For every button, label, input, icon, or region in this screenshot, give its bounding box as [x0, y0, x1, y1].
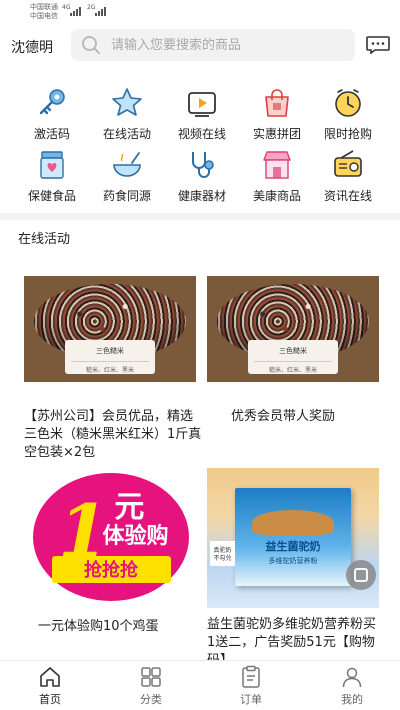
tab-home[interactable]: 首页	[20, 665, 80, 707]
product-title[interactable]: 一元体验购10个鸡蛋	[26, 618, 196, 636]
category-news-online[interactable]: 资讯在线	[308, 148, 388, 204]
bottom-tab-bar: 首页 分类 订单 我的	[0, 660, 400, 710]
user-icon	[342, 667, 362, 688]
category-label: 限时抢购	[323, 127, 372, 141]
carrier-2: 中国电信	[30, 12, 58, 20]
product-card[interactable]: 益生菌驼奶 多维驼奶营养粉 真驼奶 不勾兑 益生菌驼奶多维驼奶营养粉买1送二，广…	[207, 468, 379, 670]
search-icon	[82, 36, 100, 54]
tab-profile[interactable]: 我的	[322, 665, 382, 707]
home-icon	[40, 667, 60, 687]
bowl-icon	[113, 152, 141, 177]
tab-label: 订单	[240, 693, 262, 706]
rice-image: 三色糙米 糙米、红米、黑米	[207, 276, 379, 382]
category-label: 视频在线	[177, 127, 226, 141]
section-divider	[0, 213, 400, 220]
search-box[interactable]	[71, 29, 355, 61]
key-icon	[39, 89, 65, 115]
tab-label: 分类	[140, 693, 162, 706]
message-icon[interactable]	[366, 36, 390, 54]
user-name[interactable]: 沈德明	[11, 37, 53, 57]
rice-image: 三色糙米 糙米、红米、黑米	[24, 276, 196, 382]
stethoscope-icon	[192, 152, 214, 178]
signal-1-icon	[70, 6, 81, 16]
tab-label: 我的	[341, 693, 363, 706]
product-card[interactable]: 1 元 体验购 抢抢抢 一元体验购10个鸡蛋	[26, 470, 196, 636]
product-title[interactable]: 优秀会员带人奖励	[207, 408, 379, 426]
product-card[interactable]: 三色糙米 糙米、红米、黑米 【苏州公司】会员优品，精选三色米（糙米黑米红米）1斤…	[24, 276, 201, 462]
category-group-buy[interactable]: 实惠拼团	[237, 86, 317, 142]
product-title[interactable]: 【苏州公司】会员优品，精选三色米（糙米黑米红米）1斤真空包装×2包	[24, 408, 204, 462]
signal-2-icon	[95, 6, 106, 16]
video-icon	[188, 92, 216, 117]
category-video-online[interactable]: 视频在线	[162, 86, 242, 142]
category-health-equipment[interactable]: 健康器材	[162, 148, 242, 204]
tab-category[interactable]: 分类	[121, 665, 181, 707]
store-icon	[263, 151, 291, 179]
status-bar: 中国联通 中国电信 4G 2G	[0, 0, 400, 24]
tab-label: 首页	[39, 693, 61, 706]
category-label: 在线活动	[102, 127, 151, 141]
grid-icon	[141, 667, 161, 687]
carrier-1: 中国联通	[30, 3, 58, 11]
shopping-bag-icon	[265, 89, 289, 117]
product-card[interactable]: 三色糙米 糙米、红米、黑米 优秀会员带人奖励	[207, 276, 379, 426]
section-title: 在线活动	[18, 232, 71, 247]
product-image[interactable]: 益生菌驼奶 多维驼奶营养粉 真驼奶 不勾兑	[207, 468, 379, 608]
category-label: 药食同源	[102, 189, 151, 203]
floating-button-icon[interactable]	[345, 560, 376, 591]
category-label: 资讯在线	[323, 189, 372, 203]
category-food-medicine[interactable]: 药食同源	[87, 148, 167, 204]
category-meikang-products[interactable]: 美康商品	[237, 148, 317, 204]
health-food-icon	[40, 151, 64, 179]
category-label: 激活码	[33, 127, 70, 141]
category-activation-code[interactable]: 激活码	[12, 86, 92, 142]
product-image[interactable]: 三色糙米 糙米、红米、黑米	[24, 276, 196, 382]
category-health-food[interactable]: 保健食品	[12, 148, 92, 204]
category-label: 保健食品	[27, 189, 76, 203]
category-label: 健康器材	[177, 189, 226, 203]
order-icon	[242, 665, 260, 688]
search-header: 沈德明	[0, 27, 400, 65]
product-image[interactable]: 1 元 体验购 抢抢抢	[26, 470, 196, 604]
product-image[interactable]: 三色糙米 糙米、红米、黑米	[207, 276, 379, 382]
clock-icon	[335, 89, 361, 117]
category-flash-sale[interactable]: 限时抢购	[308, 86, 388, 142]
radio-icon	[334, 150, 362, 177]
search-input[interactable]	[111, 29, 341, 61]
category-online-activity[interactable]: 在线活动	[87, 86, 167, 142]
camel-milk-image: 益生菌驼奶 多维驼奶营养粉 真驼奶 不勾兑	[207, 468, 379, 608]
category-label: 美康商品	[252, 189, 301, 203]
star-icon	[112, 88, 142, 116]
category-label: 实惠拼团	[252, 127, 301, 141]
one-yuan-promo-image: 1 元 体验购 抢抢抢	[26, 470, 196, 604]
tab-orders[interactable]: 订单	[221, 665, 281, 707]
